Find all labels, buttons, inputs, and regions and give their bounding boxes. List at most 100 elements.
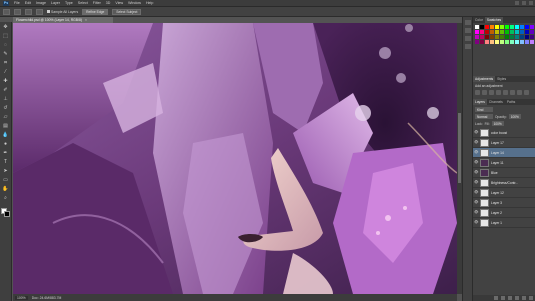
visibility-eye-icon[interactable]: 👁 — [474, 200, 478, 204]
shape-tool-icon[interactable]: ▭ — [2, 177, 9, 183]
swatch[interactable] — [525, 35, 529, 39]
dodge-tool-icon[interactable]: ● — [2, 141, 9, 147]
layer-row[interactable]: 👁 Layer 3 — [473, 198, 535, 208]
swatch[interactable] — [525, 25, 529, 29]
brush-size-icon[interactable] — [36, 8, 43, 15]
swatch[interactable] — [510, 40, 514, 44]
tab-adjustments[interactable]: Adjustments — [473, 76, 496, 82]
marquee-tool-icon[interactable]: ⬚ — [2, 33, 9, 39]
visibility-eye-icon[interactable]: 👁 — [474, 140, 478, 144]
crop-tool-icon[interactable]: ⌗ — [2, 60, 9, 66]
opacity-input[interactable]: 100% — [508, 114, 521, 119]
scrollbar-thumb[interactable] — [458, 113, 461, 183]
swatch[interactable] — [485, 30, 489, 34]
swatch[interactable] — [500, 35, 504, 39]
layer-row[interactable]: 👁 color boost — [473, 128, 535, 138]
swatch[interactable] — [475, 35, 479, 39]
swatch[interactable] — [495, 30, 499, 34]
eraser-tool-icon[interactable]: ▱ — [2, 114, 9, 120]
color-balance-icon[interactable] — [517, 90, 522, 95]
swatch[interactable] — [480, 40, 484, 44]
select-subject-button[interactable]: Select Subject — [112, 8, 142, 15]
properties-panel-icon[interactable] — [464, 28, 471, 33]
layer-row[interactable]: 👁 Layer 17 — [473, 138, 535, 148]
swatch[interactable] — [530, 25, 534, 29]
new-selection-icon[interactable] — [14, 8, 21, 15]
swatch[interactable] — [490, 30, 494, 34]
visibility-eye-icon[interactable]: 👁 — [474, 150, 478, 154]
vibrance-icon[interactable] — [503, 90, 508, 95]
tab-styles[interactable]: Styles — [495, 76, 508, 82]
new-layer-icon[interactable] — [522, 296, 526, 300]
new-group-icon[interactable] — [515, 296, 519, 300]
swatch[interactable] — [480, 35, 484, 39]
menu-view[interactable]: View — [115, 1, 123, 5]
path-selection-tool-icon[interactable]: ➤ — [2, 168, 9, 174]
swatch[interactable] — [520, 40, 524, 44]
add-selection-icon[interactable] — [25, 8, 32, 15]
visibility-eye-icon[interactable]: 👁 — [474, 160, 478, 164]
visibility-eye-icon[interactable]: 👁 — [474, 170, 478, 174]
zoom-level[interactable]: 100% — [15, 295, 28, 300]
swatch[interactable] — [500, 40, 504, 44]
add-mask-icon[interactable] — [508, 296, 512, 300]
swatch[interactable] — [530, 35, 534, 39]
curves-icon[interactable] — [489, 90, 494, 95]
menu-type[interactable]: Type — [65, 1, 73, 5]
layer-row[interactable]: 👁 Layer 11 — [473, 158, 535, 168]
fill-input[interactable]: 100% — [491, 121, 504, 126]
swatch[interactable] — [475, 40, 479, 44]
swatch[interactable] — [510, 30, 514, 34]
layer-row[interactable]: 👁 Brightness/Contr... — [473, 178, 535, 188]
quick-selection-tool-icon[interactable]: ✎ — [2, 51, 9, 57]
menu-window[interactable]: Window — [128, 1, 141, 5]
menu-layer[interactable]: Layer — [51, 1, 60, 5]
menu-3d[interactable]: 3D — [106, 1, 111, 5]
swatch[interactable] — [500, 30, 504, 34]
menu-help[interactable]: Help — [146, 1, 153, 5]
menu-image[interactable]: Image — [36, 1, 46, 5]
delete-layer-icon[interactable] — [529, 296, 533, 300]
tab-color[interactable]: Color — [473, 17, 485, 23]
swatch[interactable] — [490, 35, 494, 39]
swatch[interactable] — [515, 35, 519, 39]
visibility-eye-icon[interactable]: 👁 — [474, 190, 478, 194]
hue-saturation-icon[interactable] — [510, 90, 515, 95]
swatch[interactable] — [520, 25, 524, 29]
history-panel-icon[interactable] — [464, 20, 471, 25]
menu-file[interactable]: File — [14, 1, 20, 5]
visibility-eye-icon[interactable]: 👁 — [474, 130, 478, 134]
minimize-icon[interactable] — [515, 1, 519, 5]
swatch[interactable] — [515, 25, 519, 29]
tool-preset-icon[interactable] — [3, 8, 10, 15]
document-canvas[interactable] — [13, 23, 457, 294]
history-brush-tool-icon[interactable]: ↺ — [2, 105, 9, 111]
levels-icon[interactable] — [482, 90, 487, 95]
tab-channels[interactable]: Channels — [487, 99, 505, 105]
swatch[interactable] — [475, 25, 479, 29]
eyedropper-tool-icon[interactable]: ⁄ — [2, 69, 9, 75]
link-layers-icon[interactable] — [494, 296, 498, 300]
sample-all-layers-checkbox[interactable]: Sample All Layers — [47, 10, 78, 14]
layer-row[interactable]: 👁 Layer 14 — [473, 148, 535, 158]
brightness-contrast-icon[interactable] — [475, 90, 480, 95]
swatch[interactable] — [515, 40, 519, 44]
close-document-icon[interactable]: × — [85, 18, 87, 22]
swatch[interactable] — [485, 40, 489, 44]
swatch[interactable] — [480, 25, 484, 29]
add-style-icon[interactable] — [501, 296, 505, 300]
gradient-tool-icon[interactable]: ▤ — [2, 123, 9, 129]
swatch[interactable] — [485, 35, 489, 39]
black-white-icon[interactable] — [524, 90, 529, 95]
swatch[interactable] — [500, 25, 504, 29]
character-panel-icon[interactable] — [464, 44, 471, 49]
visibility-eye-icon[interactable]: 👁 — [474, 210, 478, 214]
hand-tool-icon[interactable]: ✋ — [2, 186, 9, 192]
swatch[interactable] — [530, 30, 534, 34]
layer-row[interactable]: 👁 Layer 1 — [473, 218, 535, 228]
document-info[interactable]: Doc: 24.6M/883.7M — [32, 296, 62, 300]
swatch[interactable] — [495, 25, 499, 29]
refine-edge-button[interactable]: Refine Edge — [82, 8, 109, 15]
brush-panel-icon[interactable] — [464, 36, 471, 41]
layer-filter-select[interactable]: Kind — [475, 107, 493, 112]
